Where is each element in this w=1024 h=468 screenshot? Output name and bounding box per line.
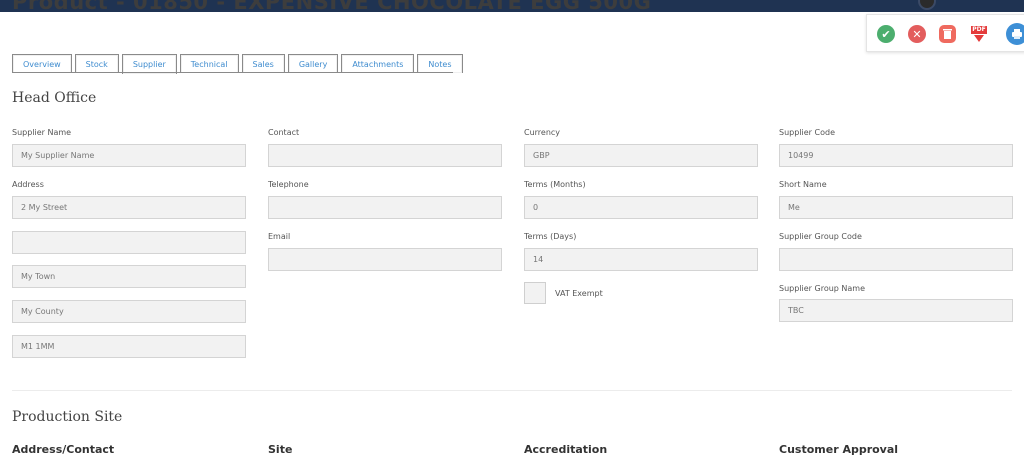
- column-header-customer-approval: Customer Approval: [779, 443, 899, 456]
- short-name-label: Short Name: [779, 180, 827, 189]
- tab-overview[interactable]: Overview: [12, 54, 72, 73]
- email-input[interactable]: [268, 248, 502, 271]
- tab-gallery[interactable]: Gallery: [287, 54, 339, 73]
- tab-technical[interactable]: Technical: [179, 54, 239, 73]
- currency-input[interactable]: GBP: [524, 144, 758, 167]
- short-name-input[interactable]: Me: [779, 196, 1013, 219]
- supplier-group-code-input[interactable]: [779, 248, 1013, 271]
- trash-icon[interactable]: [939, 25, 956, 43]
- supplier-name-input[interactable]: My Supplier Name: [12, 144, 246, 167]
- page-title: Product - 01850 - EXPENSIVE CHOCOLATE EG…: [12, 0, 652, 14]
- vat-exempt-label: VAT Exempt: [555, 289, 603, 298]
- address-postcode-input[interactable]: M1 1MM: [12, 335, 246, 358]
- address-label: Address: [12, 180, 44, 189]
- tab-underline: [12, 72, 453, 73]
- supplier-group-code-label: Supplier Group Code: [779, 232, 862, 241]
- head-office-title: Head Office: [12, 90, 97, 106]
- contact-input[interactable]: [268, 144, 502, 167]
- column-header-accreditation: Accreditation: [524, 443, 608, 456]
- supplier-group-name-input[interactable]: TBC: [779, 299, 1013, 322]
- check-circle-icon[interactable]: ✔: [877, 25, 895, 43]
- product-tabs: Overview Stock Supplier Technical Sales …: [12, 54, 466, 74]
- action-toolbar: ✔ ✕ PDF: [866, 14, 1024, 52]
- x-circle-icon[interactable]: ✕: [908, 25, 926, 43]
- section-divider: [12, 390, 1012, 391]
- column-header-site: Site: [268, 443, 293, 456]
- supplier-name-label: Supplier Name: [12, 128, 72, 137]
- terms-days-input[interactable]: 14: [524, 248, 758, 271]
- supplier-code-label: Supplier Code: [779, 128, 835, 137]
- supplier-group-name-label: Supplier Group Name: [779, 284, 866, 293]
- telephone-label: Telephone: [268, 180, 309, 189]
- telephone-input[interactable]: [268, 196, 502, 219]
- tab-supplier[interactable]: Supplier: [121, 54, 177, 74]
- supplier-code-input[interactable]: 10499: [779, 144, 1013, 167]
- tab-notes[interactable]: Notes: [417, 54, 463, 73]
- address-line-1-input[interactable]: 2 My Street: [12, 196, 246, 219]
- column-header-address-contact: Address/Contact: [12, 443, 115, 456]
- pdf-label: PDF: [971, 26, 987, 34]
- terms-months-label: Terms (Months): [524, 180, 586, 189]
- address-line-2-input[interactable]: [12, 231, 246, 254]
- download-arrow-icon: [973, 35, 984, 42]
- email-label: Email: [268, 232, 291, 241]
- terms-months-input[interactable]: 0: [524, 196, 758, 219]
- address-town-input[interactable]: My Town: [12, 265, 246, 288]
- user-avatar[interactable]: [918, 0, 936, 10]
- address-county-input[interactable]: My County: [12, 300, 246, 323]
- print-icon[interactable]: [1006, 23, 1024, 45]
- tab-stock[interactable]: Stock: [74, 54, 119, 73]
- terms-days-label: Terms (Days): [524, 232, 577, 241]
- contact-label: Contact: [268, 128, 300, 137]
- currency-label: Currency: [524, 128, 561, 137]
- production-site-title: Production Site: [12, 409, 123, 425]
- vat-exempt-checkbox[interactable]: [524, 282, 546, 304]
- tab-attachments[interactable]: Attachments: [341, 54, 415, 73]
- pdf-download-icon[interactable]: PDF: [970, 23, 988, 45]
- tab-sales[interactable]: Sales: [241, 54, 285, 73]
